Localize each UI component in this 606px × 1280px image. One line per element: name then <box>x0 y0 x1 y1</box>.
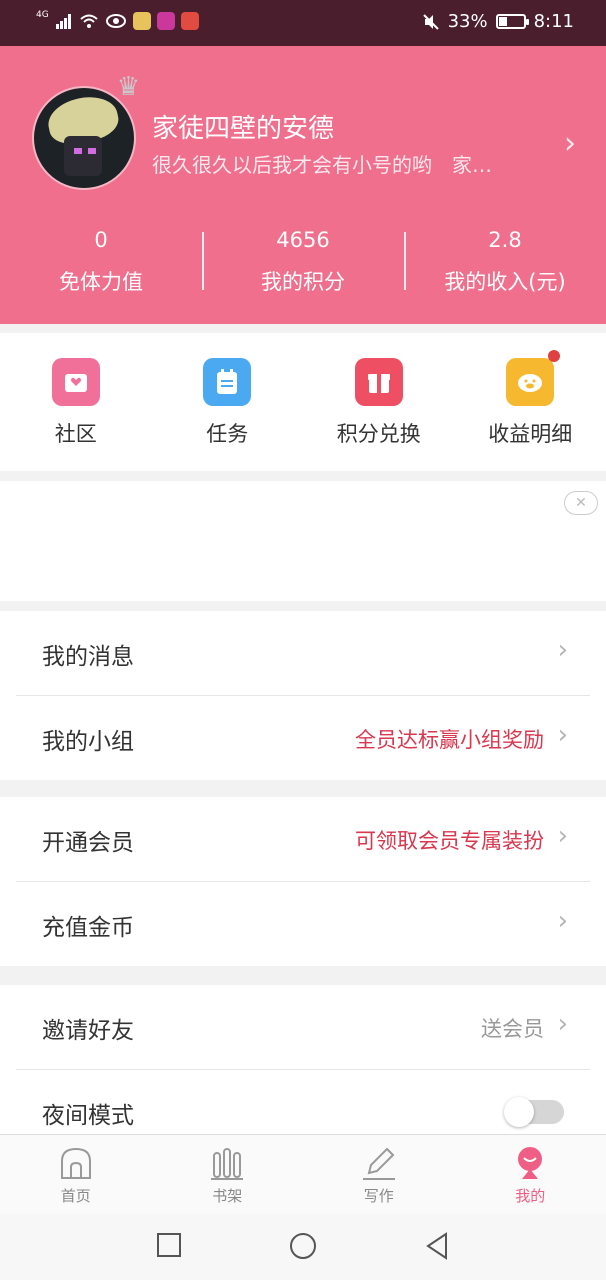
back-icon[interactable] <box>424 1232 450 1260</box>
vip-hint: 可领取会员专属装扮 <box>355 829 544 853</box>
tab-bookshelf[interactable]: 书架 <box>152 1135 304 1215</box>
quick-action-label: 积分兑换 <box>336 422 421 446</box>
menu-item-night-mode: 夜间模式 <box>16 1070 590 1134</box>
tab-label: 书架 <box>212 1187 243 1205</box>
clock: 8:11 <box>533 11 574 32</box>
eye-icon <box>105 14 126 28</box>
store-app-icon <box>180 12 199 30</box>
menu-item-my-messages[interactable]: 我的消息 › <box>16 611 590 696</box>
quick-action-earnings[interactable]: 收益明细 <box>455 333 606 471</box>
video-app-icon <box>156 12 175 30</box>
tab-home[interactable]: 首页 <box>0 1135 152 1215</box>
menu-item-my-group[interactable]: 我的小组 全员达标赢小组奖励 › <box>16 696 590 780</box>
night-mode-toggle[interactable] <box>504 1097 564 1127</box>
signature: 很久很久以后我才会有小号的哟 家… <box>152 153 492 177</box>
stat-label: 我的积分 <box>261 270 345 294</box>
chevron-right-icon: › <box>557 906 568 936</box>
gift-icon <box>354 358 403 406</box>
menu-item-label: 夜间模式 <box>42 1103 134 1129</box>
profile-header[interactable]: ♛ 家徒四壁的安德 很久很久以后我才会有小号的哟 家… › 0 免体力值 465… <box>0 46 606 324</box>
task-icon <box>203 358 252 406</box>
menu-item-invite[interactable]: 邀请好友 送会员 › <box>16 985 590 1070</box>
quick-action-label: 收益明细 <box>488 422 573 446</box>
home-icon <box>60 1147 91 1179</box>
notification-dot <box>548 350 561 362</box>
menu-item-label: 邀请好友 <box>42 1018 134 1044</box>
chevron-right-icon: › <box>557 821 568 851</box>
status-right: 33% 8:11 <box>422 11 574 32</box>
home-button-icon[interactable] <box>289 1232 317 1260</box>
menu-item-vip[interactable]: 开通会员 可领取会员专属装扮 › <box>16 797 590 882</box>
signal-icon <box>55 14 71 29</box>
close-icon[interactable]: ✕ <box>564 491 598 515</box>
battery-icon <box>495 14 529 29</box>
stat-income[interactable]: 2.8 我的收入(元) <box>404 224 606 304</box>
tab-label: 写作 <box>363 1187 394 1205</box>
quick-action-community[interactable]: 社区 <box>0 333 152 471</box>
menu-group-social: 我的消息 › 我的小组 全员达标赢小组奖励 › <box>0 611 606 780</box>
stats-row: 0 免体力值 4656 我的积分 2.8 我的收入(元) <box>0 224 606 304</box>
chevron-right-icon: › <box>557 720 568 750</box>
stat-label: 我的收入(元) <box>444 270 566 294</box>
bottom-tab-bar: 首页 书架 写作 我的 <box>0 1134 606 1215</box>
bookshelf-icon <box>211 1148 244 1180</box>
network-type: 4G <box>36 10 49 20</box>
group-reward-hint: 全员达标赢小组奖励 <box>355 728 544 752</box>
crown-icon: ♛ <box>116 72 140 102</box>
chevron-right-icon: › <box>557 635 568 665</box>
pen-icon <box>362 1147 395 1180</box>
menu-group-account: 开通会员 可领取会员专属装扮 › 充值金币 › <box>0 797 606 966</box>
quick-action-task[interactable]: 任务 <box>152 333 304 471</box>
menu-item-label: 我的消息 <box>42 644 134 670</box>
menu-item-recharge[interactable]: 充值金币 › <box>16 882 590 966</box>
stat-stamina[interactable]: 0 免体力值 <box>0 224 202 304</box>
quick-actions: 社区 任务 积分兑换 收益明细 <box>0 333 606 471</box>
stat-value: 0 <box>94 228 108 252</box>
community-icon <box>51 358 100 406</box>
recent-apps-icon[interactable] <box>156 1232 182 1258</box>
stat-value: 4656 <box>276 228 330 252</box>
quick-action-points-exchange[interactable]: 积分兑换 <box>303 333 455 471</box>
status-left: 4G <box>36 10 199 30</box>
system-nav-bar <box>0 1214 606 1280</box>
stat-points[interactable]: 4656 我的积分 <box>202 224 404 304</box>
stat-label: 免体力值 <box>59 270 143 294</box>
piggy-bank-icon <box>506 350 561 406</box>
avatar[interactable]: ♛ <box>32 72 140 190</box>
invite-hint: 送会员 <box>481 1017 544 1041</box>
app-icon <box>132 12 151 30</box>
menu-item-label: 开通会员 <box>42 830 134 856</box>
status-bar: 4G 33% 8:11 <box>0 0 606 46</box>
tab-write[interactable]: 写作 <box>303 1135 455 1215</box>
stat-value: 2.8 <box>488 228 522 252</box>
quick-action-label: 社区 <box>54 422 97 446</box>
battery-percent: 33% <box>447 11 488 32</box>
menu-item-label: 充值金币 <box>42 915 134 941</box>
tab-label: 我的 <box>515 1187 546 1205</box>
tab-mine[interactable]: 我的 <box>455 1135 606 1215</box>
ad-banner[interactable]: ✕ <box>0 481 606 601</box>
menu-item-label: 我的小组 <box>42 729 134 755</box>
wifi-icon <box>80 14 98 28</box>
chevron-right-icon[interactable]: › <box>564 126 576 161</box>
profile-icon <box>518 1147 543 1179</box>
tab-label: 首页 <box>60 1187 91 1205</box>
username: 家徒四壁的安德 <box>152 114 335 144</box>
quick-action-label: 任务 <box>206 422 249 446</box>
menu-group-settings: 邀请好友 送会员 › 夜间模式 <box>0 985 606 1134</box>
mute-icon <box>422 13 439 30</box>
chevron-right-icon: › <box>557 1009 568 1039</box>
